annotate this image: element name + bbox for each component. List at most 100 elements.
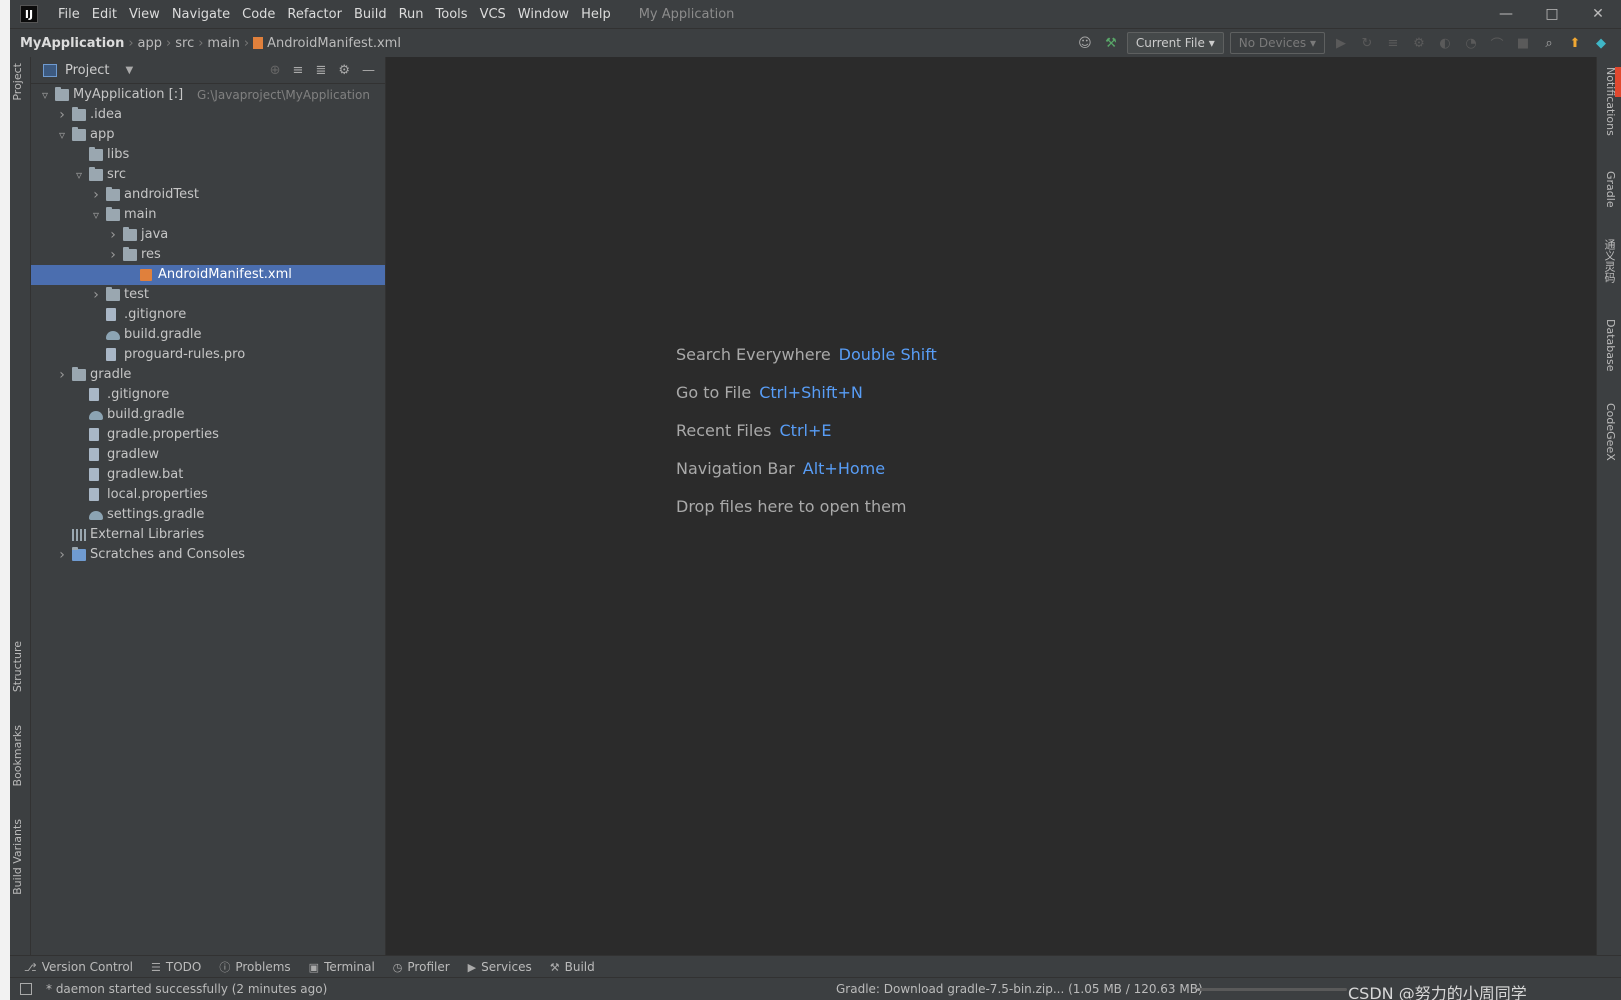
gradle-download-status[interactable]: Gradle: Download gradle-7.5-bin.zip... (… — [836, 982, 1203, 996]
chevron-right-icon[interactable]: › — [107, 245, 119, 265]
breadcrumb-project[interactable]: MyApplication — [20, 36, 124, 51]
build-variants-tool-tab[interactable]: Build Variants — [11, 819, 24, 895]
tree-item[interactable]: › gradle — [31, 365, 385, 385]
menu-refactor[interactable]: Refactor — [281, 7, 348, 22]
maximize-icon[interactable]: □ — [1529, 0, 1575, 28]
chevron-down-icon[interactable]: ▿ — [39, 85, 51, 105]
todo-tab[interactable]: ☰ TODO — [151, 960, 201, 974]
tree-item[interactable]: › androidTest — [31, 185, 385, 205]
breadcrumb-src[interactable]: src — [175, 36, 194, 51]
profile-icon[interactable]: ◐ — [1435, 36, 1455, 51]
tree-item[interactable]: AndroidManifest.xml — [31, 265, 385, 285]
tree-item[interactable]: gradle.properties — [31, 425, 385, 445]
notifications-tool-tab[interactable]: Notifications — [1604, 67, 1617, 136]
collapse-all-icon[interactable]: ≣ — [315, 63, 326, 78]
tree-item[interactable]: ▿ app — [31, 125, 385, 145]
attach-debugger-icon[interactable]: ⌒ — [1487, 34, 1507, 53]
minimize-icon[interactable]: — — [1483, 0, 1529, 28]
file-icon — [89, 428, 99, 441]
tree-item[interactable]: .gitignore — [31, 305, 385, 325]
structure-tool-tab[interactable]: Structure — [11, 641, 24, 692]
services-tab[interactable]: ▶ Services — [468, 960, 532, 974]
chevron-down-icon[interactable]: ▼ — [125, 65, 133, 76]
search-icon[interactable]: ⌕ — [1539, 36, 1559, 51]
tree-item[interactable]: › .idea — [31, 105, 385, 125]
build-tab[interactable]: ⚒ Build — [550, 960, 595, 974]
user-icon[interactable]: ☺ — [1075, 36, 1095, 51]
tree-item[interactable]: build.gradle — [31, 325, 385, 345]
bookmarks-tool-tab[interactable]: Bookmarks — [11, 725, 24, 786]
chevron-right-icon[interactable]: › — [90, 185, 102, 205]
project-view-select[interactable]: Project — [65, 63, 109, 78]
close-icon[interactable]: ✕ — [1575, 0, 1621, 28]
menu-code[interactable]: Code — [236, 7, 281, 22]
chevron-right-icon[interactable]: › — [107, 225, 119, 245]
status-message[interactable]: * daemon started successfully (2 minutes… — [46, 982, 327, 996]
menu-build[interactable]: Build — [348, 7, 393, 22]
plugin-icon[interactable]: ◆ — [1591, 36, 1611, 51]
debug-icon[interactable]: ⚙ — [1409, 36, 1429, 51]
problems-tab[interactable]: ⓘ Problems — [219, 959, 290, 975]
editor-area[interactable]: Search Everywhere Double Shift Go to File C… — [386, 57, 1596, 956]
apply-code-changes-icon[interactable]: ≡ — [1383, 36, 1403, 51]
info-icon: ⓘ — [219, 961, 231, 974]
tree-item[interactable]: ▿ src — [31, 165, 385, 185]
tree-item[interactable]: local.properties — [31, 485, 385, 505]
chevron-right-icon[interactable]: › — [56, 365, 68, 385]
tree-item[interactable]: External Libraries — [31, 525, 385, 545]
breadcrumb-file[interactable]: AndroidManifest.xml — [267, 36, 401, 51]
menu-run[interactable]: Run — [393, 7, 430, 22]
chevron-right-icon[interactable]: › — [90, 285, 102, 305]
tree-item[interactable]: proguard-rules.pro — [31, 345, 385, 365]
tree-item[interactable]: .gitignore — [31, 385, 385, 405]
chevron-down-icon[interactable]: ▿ — [73, 165, 85, 185]
expand-all-icon[interactable]: ≡ — [293, 63, 304, 78]
project-tool-tab[interactable]: Project — [11, 63, 24, 101]
menu-file[interactable]: File — [52, 7, 86, 22]
chevron-down-icon[interactable]: ▿ — [90, 205, 102, 225]
tongyi-tool-tab[interactable]: 通义灵码 — [1601, 239, 1617, 283]
menu-help[interactable]: Help — [575, 7, 617, 22]
tree-item[interactable]: › test — [31, 285, 385, 305]
tree-item[interactable]: ▿ MyApplication [:] G:\Javaproject\MyAppli… — [31, 85, 385, 105]
run-icon[interactable]: ▶ — [1331, 36, 1351, 51]
database-tool-tab[interactable]: Database — [1604, 319, 1617, 372]
menu-window[interactable]: Window — [512, 7, 575, 22]
menu-edit[interactable]: Edit — [86, 7, 123, 22]
menu-view[interactable]: View — [123, 7, 166, 22]
codegeex-tool-tab[interactable]: CodeGeeX — [1604, 403, 1617, 461]
tree-item[interactable]: gradlew — [31, 445, 385, 465]
locate-file-icon[interactable]: ⊕ — [270, 63, 281, 78]
tree-item[interactable]: › res — [31, 245, 385, 265]
tree-item[interactable]: settings.gradle — [31, 505, 385, 525]
tree-item[interactable]: › java — [31, 225, 385, 245]
folder-icon — [106, 207, 120, 221]
toggle-tool-windows-icon[interactable] — [20, 983, 32, 995]
apply-changes-icon[interactable]: ↻ — [1357, 36, 1377, 51]
hide-panel-icon[interactable]: — — [362, 63, 375, 78]
version-control-tab[interactable]: ⎇ Version Control — [24, 960, 133, 974]
tree-item[interactable]: gradlew.bat — [31, 465, 385, 485]
gradle-tool-tab[interactable]: Gradle — [1604, 171, 1617, 208]
chevron-down-icon[interactable]: ▿ — [56, 125, 68, 145]
tree-item[interactable]: ▿ main — [31, 205, 385, 225]
hammer-build-icon[interactable]: ⚒ — [1101, 36, 1121, 51]
update-icon[interactable]: ⬆ — [1565, 36, 1585, 51]
profiler-tab[interactable]: ◷ Profiler — [393, 960, 450, 974]
chevron-right-icon[interactable]: › — [56, 545, 68, 565]
gear-icon[interactable]: ⚙ — [338, 63, 350, 78]
breadcrumb-app[interactable]: app — [138, 36, 162, 51]
menu-vcs[interactable]: VCS — [474, 7, 512, 22]
tree-item[interactable]: › Scratches and Consoles — [31, 545, 385, 565]
menu-tools[interactable]: Tools — [430, 7, 474, 22]
terminal-tab[interactable]: ▣ Terminal — [309, 960, 375, 974]
run-config-select[interactable]: Current File ▾ — [1126, 32, 1224, 54]
menu-navigate[interactable]: Navigate — [166, 7, 236, 22]
chevron-right-icon[interactable]: › — [56, 105, 68, 125]
tree-item[interactable]: libs — [31, 145, 385, 165]
stop-icon[interactable]: ■ — [1513, 36, 1533, 51]
tree-item[interactable]: build.gradle — [31, 405, 385, 425]
coverage-icon[interactable]: ◔ — [1461, 36, 1481, 51]
breadcrumb-main[interactable]: main — [207, 36, 239, 51]
device-select[interactable]: No Devices ▾ — [1229, 32, 1325, 54]
